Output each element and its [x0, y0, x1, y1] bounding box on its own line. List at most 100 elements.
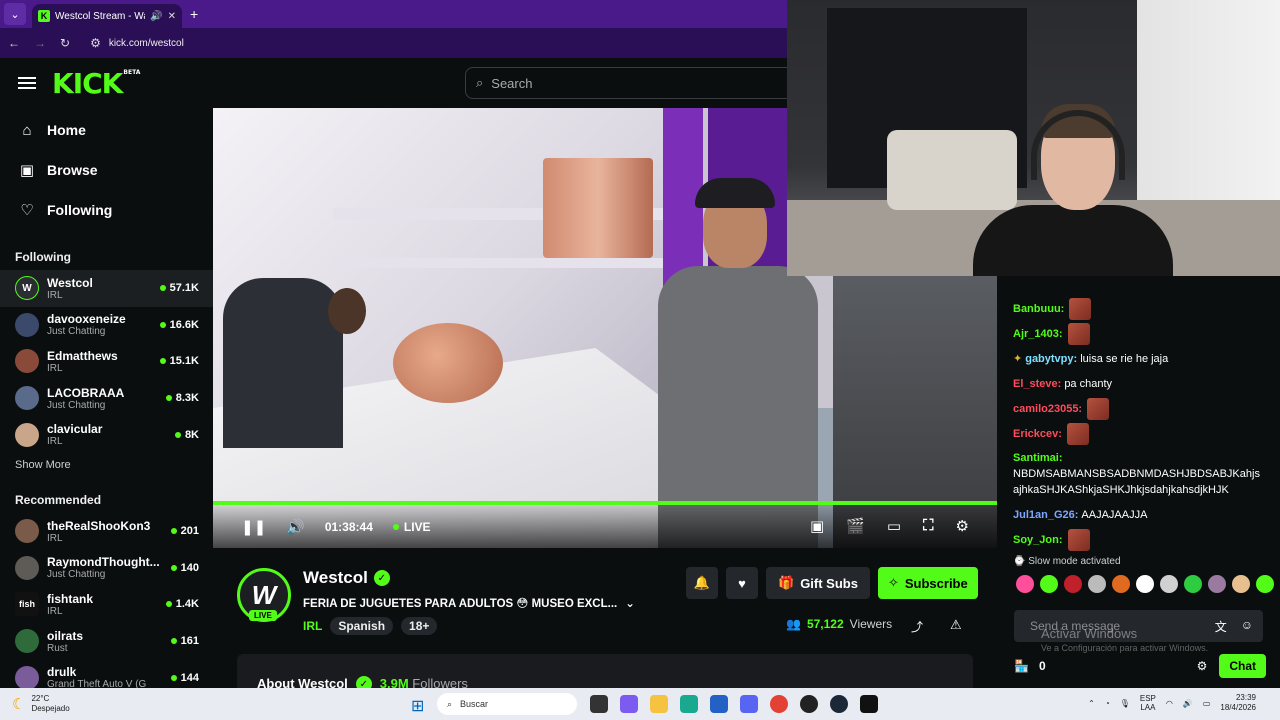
- close-icon[interactable]: ✕: [168, 11, 176, 22]
- microphone-icon[interactable]: 🎙: [1120, 699, 1130, 708]
- folder-icon[interactable]: [650, 695, 668, 713]
- sidebar-channel-fishtank[interactable]: fish fishtank IRL 1.4K: [0, 586, 213, 623]
- category-link[interactable]: IRL: [303, 619, 322, 633]
- gear-icon[interactable]: ⚙: [956, 517, 969, 535]
- speaker-icon[interactable]: 🔊: [150, 11, 162, 22]
- streamer-name[interactable]: Westcol: [303, 568, 368, 588]
- emote-icon[interactable]: [1016, 575, 1034, 593]
- stream-tags: IRL Spanish 18+: [303, 617, 438, 635]
- browser-tab[interactable]: K Westcol Stream - Watch Li 🔊 ✕: [32, 4, 182, 28]
- emote-icon[interactable]: [1112, 575, 1130, 593]
- avatar: [15, 422, 39, 447]
- tag-spanish[interactable]: Spanish: [330, 617, 394, 635]
- emote-icon[interactable]: [1088, 575, 1106, 593]
- gift-subs-button[interactable]: 🎁 Gift Subs: [766, 567, 870, 599]
- new-tab-icon[interactable]: +: [190, 6, 198, 22]
- sidebar: ⌂ Home ▣ Browse ♡ Following Following W …: [0, 108, 213, 688]
- steam-icon[interactable]: [830, 695, 848, 713]
- sidebar-channel-therealshookon3[interactable]: theRealShooKon3 IRL 201: [0, 513, 213, 550]
- notification-button[interactable]: 🔔: [686, 567, 718, 599]
- weather-widget[interactable]: ☾ 22°C Despejado: [0, 694, 200, 714]
- taskbar-search[interactable]: ⌕ Buscar: [437, 693, 577, 715]
- emote-icon[interactable]: [1040, 575, 1058, 593]
- chat-username[interactable]: gabytvpy:: [1025, 351, 1077, 367]
- chat-username[interactable]: Erickcev:: [1013, 426, 1062, 442]
- language-indicator[interactable]: ESP LAA: [1140, 694, 1156, 712]
- channel-points[interactable]: 🏪 0: [1014, 659, 1046, 673]
- epic-games-icon[interactable]: [860, 695, 878, 713]
- back-icon[interactable]: ←: [8, 36, 20, 50]
- emote-icon[interactable]: [1256, 575, 1274, 593]
- emote-icon[interactable]: [1136, 575, 1154, 593]
- weather-desc: Despejado: [31, 704, 70, 713]
- chat-username[interactable]: Banbuuu:: [1013, 301, 1064, 317]
- follow-button[interactable]: ♥: [726, 567, 758, 599]
- sidebar-channel-clavicular[interactable]: clavicular IRL 8K: [0, 416, 213, 453]
- sidebar-channel-davooxeneize[interactable]: davooxeneize Just Chatting 16.6K: [0, 307, 213, 344]
- sidebar-channel-drulk[interactable]: drulk Grand Theft Auto V (G 144: [0, 659, 213, 688]
- clock[interactable]: 23:39 18/4/2026: [1220, 693, 1256, 713]
- nav-browse[interactable]: ▣ Browse: [0, 150, 213, 190]
- menu-icon[interactable]: [18, 77, 36, 89]
- subscribe-button[interactable]: ✧ Subscribe: [877, 567, 978, 599]
- wifi-icon[interactable]: ◠: [1166, 699, 1173, 708]
- clip-icon[interactable]: 🎬: [846, 517, 865, 535]
- nav-following[interactable]: ♡ Following: [0, 190, 213, 230]
- fullscreen-icon[interactable]: ⛶: [923, 517, 934, 535]
- forward-icon[interactable]: →: [34, 36, 46, 50]
- report-icon[interactable]: ⚠: [950, 617, 962, 633]
- channel-name: oilrats: [47, 628, 84, 643]
- share-icon[interactable]: ⤴: [911, 618, 923, 635]
- mini-player-icon[interactable]: ▣: [810, 517, 824, 535]
- avatar: [15, 519, 39, 544]
- sidebar-channel-raymondthought[interactable]: RaymondThought... Just Chatting 140: [0, 550, 213, 587]
- search-input[interactable]: ⌕ Search: [465, 67, 795, 99]
- emoji-icon[interactable]: ☺: [1241, 618, 1253, 635]
- chat-username[interactable]: El_steve:: [1013, 376, 1061, 392]
- sidebar-channel-oilrats[interactable]: oilrats Rust 161: [0, 623, 213, 660]
- volume-icon[interactable]: 🔊: [286, 518, 305, 536]
- url-field[interactable]: ⚙ kick.com/westcol: [84, 32, 779, 54]
- discord-icon[interactable]: [740, 695, 758, 713]
- kick-logo[interactable]: KICK BETA: [52, 67, 140, 100]
- network-icon[interactable]: ◔: [1105, 699, 1110, 708]
- tab-search-icon[interactable]: ⌄: [4, 3, 26, 25]
- battery-icon[interactable]: ▭: [1203, 699, 1211, 708]
- emote-icon[interactable]: [1184, 575, 1202, 593]
- chat-username[interactable]: camilo23055:: [1013, 401, 1082, 417]
- chat-message: Erickcev:: [1000, 421, 1280, 446]
- pause-icon[interactable]: ❚❚: [241, 518, 266, 536]
- copilot-icon[interactable]: [620, 695, 638, 713]
- chat-send-button[interactable]: Chat: [1219, 654, 1266, 678]
- channel-category: Rust: [47, 642, 68, 654]
- chevron-down-icon[interactable]: ⌄: [625, 596, 635, 610]
- volume-icon[interactable]: 🔊: [1183, 699, 1193, 708]
- windows-start-icon[interactable]: ⊞: [411, 696, 424, 716]
- store-icon[interactable]: [710, 695, 728, 713]
- channel-name: LACOBRAAA: [47, 385, 125, 400]
- file-explorer-icon[interactable]: [590, 695, 608, 713]
- chevron-up-icon[interactable]: ⌃: [1088, 699, 1095, 708]
- chrome-icon[interactable]: [770, 695, 788, 713]
- edge-icon[interactable]: [680, 695, 698, 713]
- chat-username[interactable]: Soy_Jon:: [1013, 532, 1063, 548]
- emote-icon[interactable]: [1160, 575, 1178, 593]
- tag-18plus[interactable]: 18+: [401, 617, 438, 635]
- chat-username[interactable]: Santimai:: [1013, 450, 1063, 466]
- sidebar-channel-edmatthews[interactable]: Edmatthews IRL 15.1K: [0, 343, 213, 380]
- reload-icon[interactable]: ↻: [60, 36, 70, 50]
- translate-icon[interactable]: 文: [1215, 618, 1227, 635]
- gear-icon[interactable]: ⚙: [1197, 659, 1208, 673]
- sidebar-channel-westcol[interactable]: W Westcol IRL 57.1K: [0, 270, 213, 307]
- sidebar-channel-lacobraaa[interactable]: LACOBRAAA Just Chatting 8.3K: [0, 380, 213, 417]
- chat-username[interactable]: Jul1an_G26:: [1013, 507, 1078, 523]
- obs-icon[interactable]: [800, 695, 818, 713]
- emote-icon[interactable]: [1232, 575, 1250, 593]
- chat-username[interactable]: Ajr_1403:: [1013, 326, 1063, 342]
- site-settings-icon[interactable]: ⚙: [90, 36, 101, 50]
- show-more-button[interactable]: Show More: [0, 459, 213, 471]
- nav-home[interactable]: ⌂ Home: [0, 110, 213, 150]
- emote-icon[interactable]: [1208, 575, 1226, 593]
- emote-icon[interactable]: [1064, 575, 1082, 593]
- theater-mode-icon[interactable]: ▭: [887, 517, 901, 535]
